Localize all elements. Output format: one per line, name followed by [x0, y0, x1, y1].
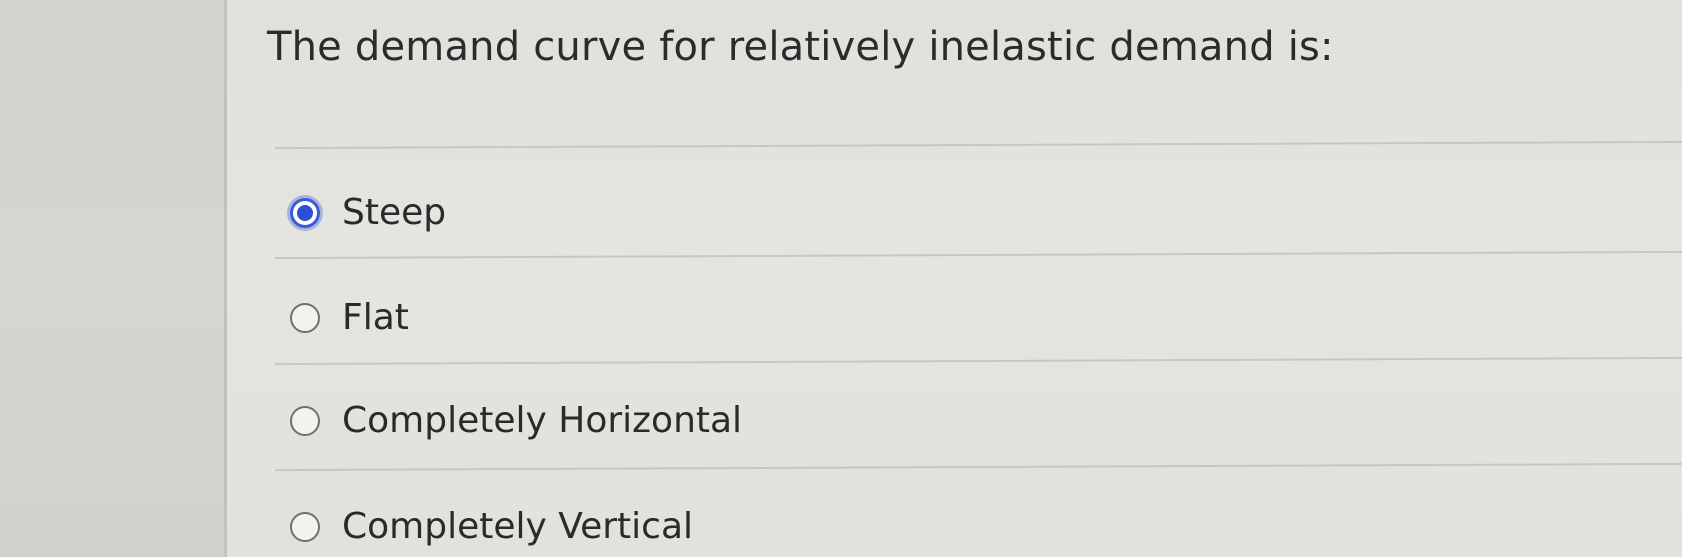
option-steep[interactable]: Steep: [290, 192, 446, 233]
radio-completely-horizontal[interactable]: [290, 405, 320, 436]
option-completely-horizontal[interactable]: Completely Horizontal: [290, 400, 742, 441]
option-label-completely-vertical[interactable]: Completely Vertical: [342, 506, 693, 547]
question-text: The demand curve for relatively inelasti…: [267, 24, 1334, 70]
left-gutter: [0, 0, 226, 557]
option-flat[interactable]: Flat: [290, 297, 409, 338]
option-label-flat[interactable]: Flat: [342, 297, 409, 338]
option-label-completely-horizontal[interactable]: Completely Horizontal: [342, 400, 742, 441]
radio-flat[interactable]: [290, 302, 320, 333]
radio-steep[interactable]: [290, 197, 320, 228]
option-label-steep[interactable]: Steep: [342, 192, 446, 233]
option-completely-vertical[interactable]: Completely Vertical: [290, 506, 693, 547]
question-panel: [227, 0, 1682, 557]
radio-completely-vertical[interactable]: [290, 511, 320, 542]
